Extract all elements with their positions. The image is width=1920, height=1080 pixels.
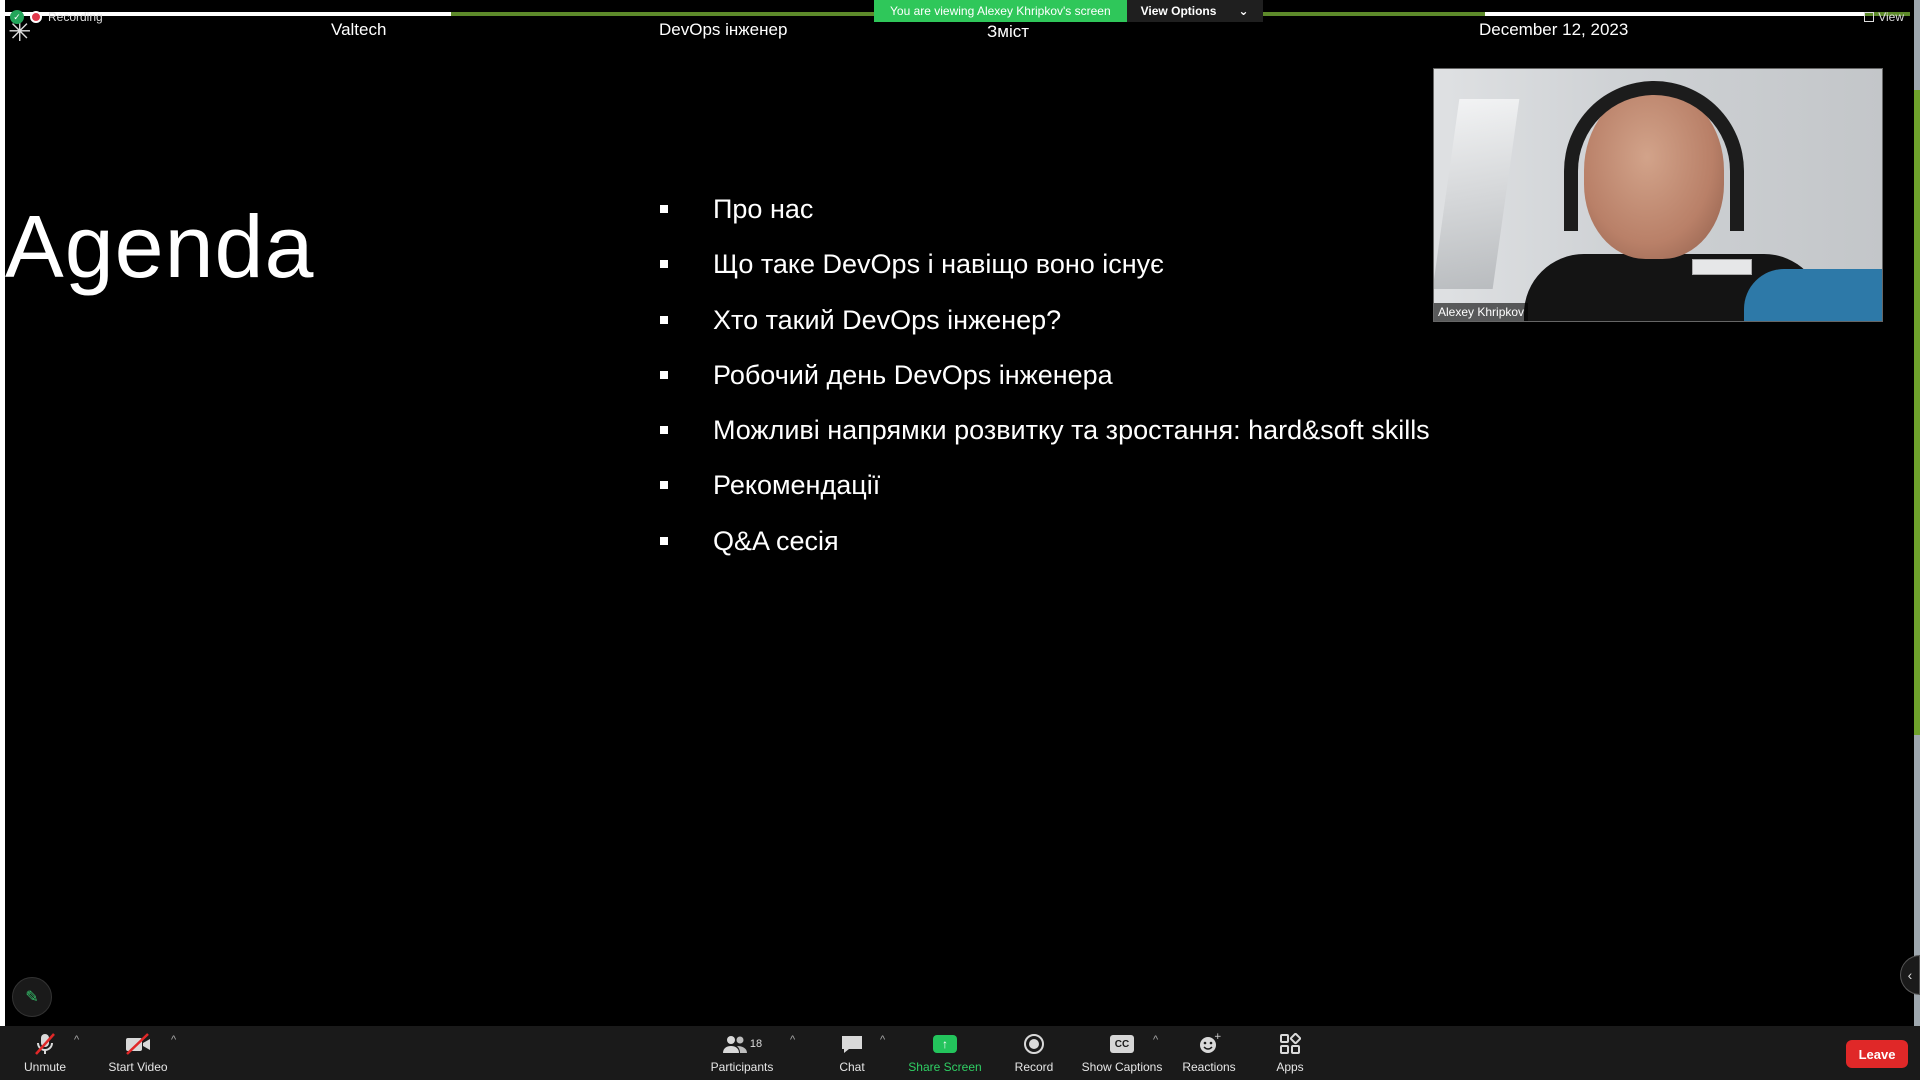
slide-title: Agenda — [5, 197, 315, 296]
participants-button[interactable]: 18 Participants — [697, 1032, 787, 1074]
meeting-toolbar: Unmute ^ Start Video ^ 18 Participants ^… — [0, 1026, 1920, 1080]
video-off-icon — [124, 1032, 152, 1056]
video-options-caret[interactable]: ^ — [171, 1034, 176, 1046]
participants-icon-row: 18 — [722, 1032, 762, 1056]
bullet-icon — [660, 205, 668, 213]
view-layout-button[interactable]: View — [1864, 10, 1904, 24]
share-screen-icon: ↑ — [933, 1035, 957, 1053]
smiley-plus-icon: + — [1197, 1032, 1221, 1056]
agenda-item: Q&A сесія — [660, 518, 1430, 573]
view-options-button[interactable]: View Options ⌄ — [1126, 0, 1263, 22]
participant-name-label: Alexey Khripkov — [1434, 303, 1529, 321]
slide-top-bar-white-segment-right — [1485, 12, 1865, 16]
participants-options-caret[interactable]: ^ — [790, 1034, 795, 1046]
participants-count: 18 — [749, 1038, 763, 1050]
microphone-muted-icon — [33, 1032, 57, 1056]
agenda-item: Можливі напрямки розвитку та зростання: … — [660, 407, 1430, 462]
bullet-icon — [660, 260, 668, 269]
recording-indicator[interactable]: ✓ Recording — [10, 10, 103, 24]
agenda-item-text: Q&A сесія — [713, 525, 839, 556]
zoom-meeting-window: ✳ ✓ Recording Valtech DevOps інженер Змі… — [0, 0, 1920, 1080]
agenda-item-text: Про нас — [713, 194, 814, 224]
record-icon — [1023, 1032, 1045, 1056]
apps-grid-icon — [1279, 1032, 1301, 1056]
view-options-label: View Options — [1140, 4, 1217, 18]
participant-video-tile[interactable]: Alexey Khripkov — [1433, 68, 1883, 322]
left-border — [0, 0, 5, 1026]
apps-label: Apps — [1276, 1060, 1304, 1074]
slide-header-topic: DevOps інженер — [659, 20, 788, 39]
video-wall-socket — [1692, 259, 1752, 275]
start-video-label: Start Video — [108, 1060, 168, 1074]
captions-icon-wrap: CC — [1110, 1032, 1134, 1056]
bullet-icon — [660, 426, 668, 435]
apps-button[interactable]: Apps — [1245, 1032, 1335, 1074]
audio-options-caret[interactable]: ^ — [74, 1034, 79, 1046]
chevron-left-icon: ‹ — [1907, 967, 1913, 983]
share-screen-button[interactable]: ↑ Share Screen — [900, 1032, 990, 1074]
reactions-button[interactable]: + Reactions — [1164, 1032, 1254, 1074]
collapse-panel-button[interactable]: ‹ — [1900, 955, 1920, 995]
reactions-label: Reactions — [1182, 1060, 1236, 1074]
start-video-button[interactable]: Start Video — [93, 1032, 183, 1074]
security-shield-icon: ✓ — [10, 10, 24, 24]
closed-captions-icon: CC — [1110, 1035, 1134, 1053]
slide-header-section: Зміст — [987, 22, 1030, 41]
bullet-icon — [660, 315, 668, 324]
grid-view-icon — [1864, 12, 1875, 22]
chevron-down-icon: ⌄ — [1238, 4, 1249, 18]
bullet-icon — [660, 481, 668, 490]
chat-label: Chat — [839, 1060, 865, 1074]
captions-options-caret[interactable]: ^ — [1153, 1034, 1158, 1046]
record-button[interactable]: Record — [989, 1032, 1079, 1074]
view-layout-label: View — [1878, 10, 1904, 24]
agenda-item: Про нас — [660, 186, 1430, 241]
agenda-item: Що таке DevOps і навіщо воно існує — [660, 241, 1430, 296]
pencil-icon: ✎ — [25, 989, 39, 1006]
annotate-pencil-button[interactable]: ✎ — [12, 977, 52, 1017]
agenda-item: Рекомендації — [660, 462, 1430, 517]
agenda-item: Робочий день DevOps інженера — [660, 352, 1430, 407]
show-captions-label: Show Captions — [1081, 1060, 1163, 1074]
recording-label: Recording — [48, 10, 103, 24]
agenda-item-text: Хто такий DevOps інженер? — [713, 304, 1062, 335]
video-person-jacket — [1744, 269, 1882, 321]
slide-header-company: Valtech — [331, 20, 387, 39]
share-screen-label: Share Screen — [908, 1060, 982, 1074]
bullet-icon — [660, 536, 668, 545]
participants-label: Participants — [710, 1060, 774, 1074]
agenda-item: Хто такий DevOps інженер? — [660, 297, 1430, 352]
record-label: Record — [1014, 1060, 1054, 1074]
viewing-screen-notice: You are viewing Alexey Khripkov's screen — [874, 0, 1127, 22]
chat-bubble-icon — [840, 1032, 864, 1056]
bullet-icon — [660, 370, 668, 379]
chat-options-caret[interactable]: ^ — [880, 1034, 885, 1046]
unmute-label: Unmute — [23, 1060, 67, 1074]
participants-icon — [722, 1036, 747, 1053]
agenda-item-text: Робочий день DevOps інженера — [713, 359, 1113, 390]
agenda-item-text: Можливі напрямки розвитку та зростання: … — [713, 415, 1430, 446]
agenda-item-text: Рекомендації — [713, 470, 881, 501]
share-screen-icon-wrap: ↑ — [933, 1032, 957, 1056]
agenda-list: Про нас Що таке DevOps і навіщо воно існ… — [660, 186, 1430, 573]
svg-text:+: + — [1214, 1032, 1221, 1042]
slide-header-date: December 12, 2023 — [1479, 20, 1629, 39]
screen-share-banner: You are viewing Alexey Khripkov's screen… — [874, 0, 1263, 22]
agenda-item-text: Що таке DevOps і навіщо воно існує — [713, 249, 1164, 280]
recording-dot-icon — [30, 11, 42, 23]
leave-meeting-button[interactable]: Leave — [1846, 1040, 1908, 1068]
scrollbar-thumb[interactable] — [1914, 90, 1920, 735]
